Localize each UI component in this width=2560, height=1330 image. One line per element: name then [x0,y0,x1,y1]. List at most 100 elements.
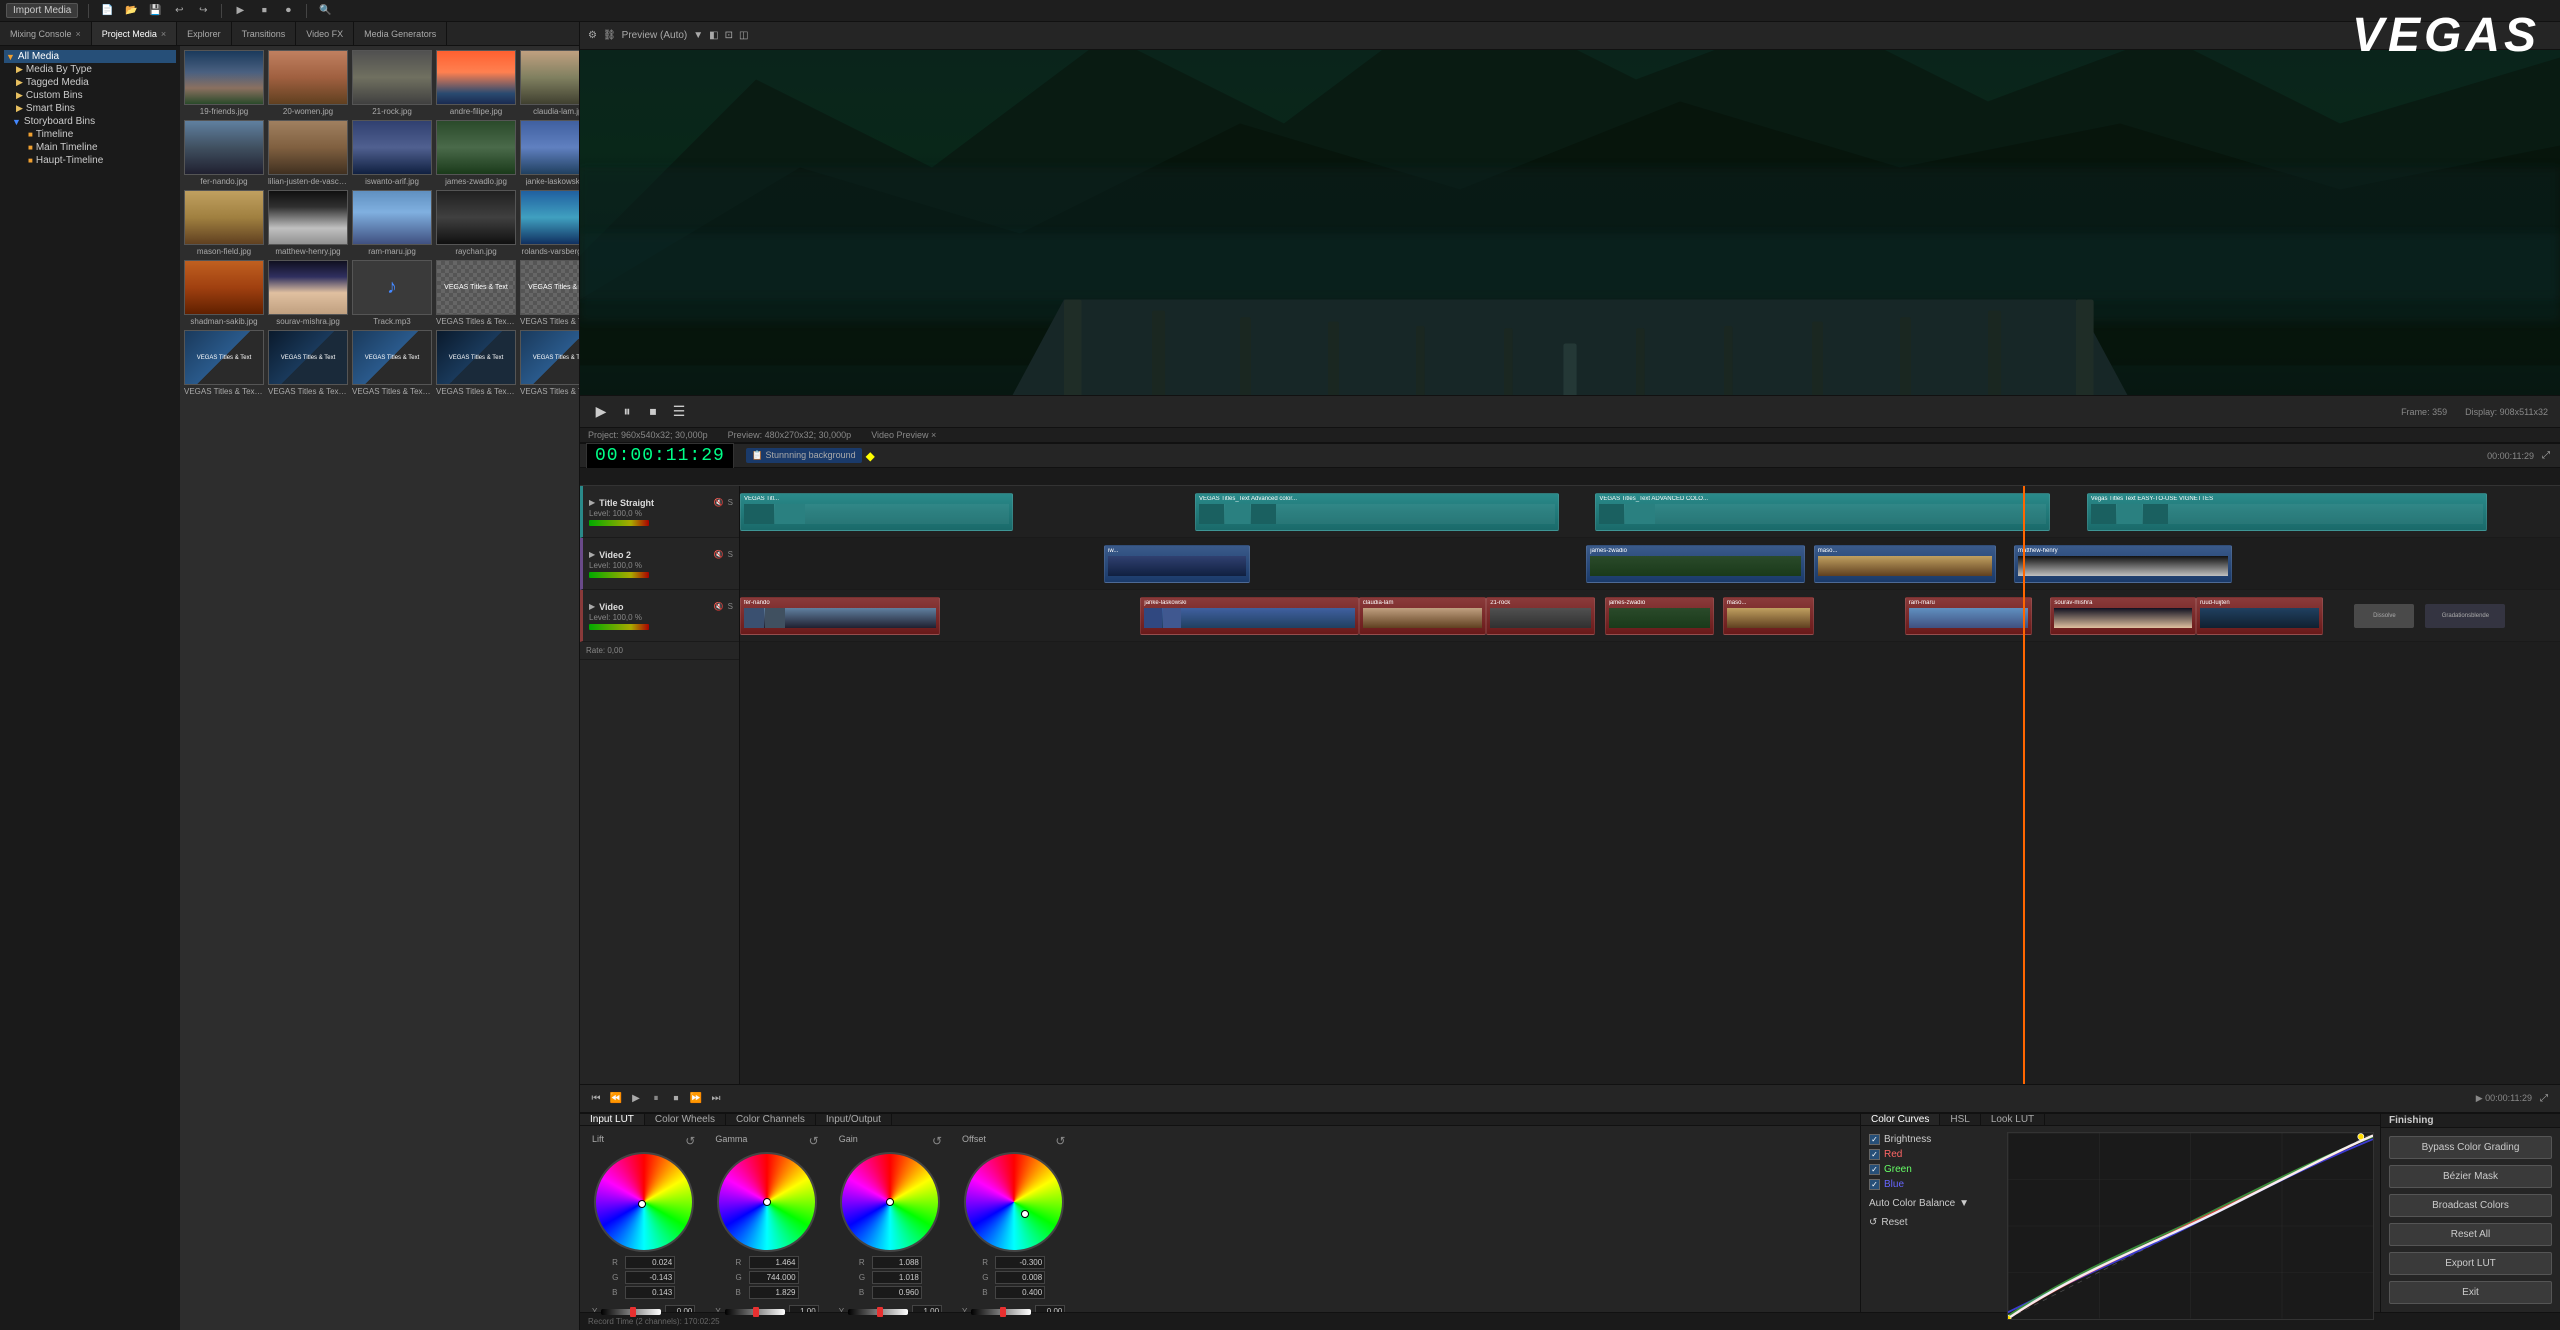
media-item[interactable]: iswanto-arif.jpg [352,120,432,186]
reset-all-button[interactable]: Reset All [2389,1223,2552,1246]
offset-r-input[interactable] [995,1256,1045,1269]
tree-item-timeline[interactable]: ■ Timeline [4,128,176,141]
clip[interactable]: james-zwadio [1586,545,1804,583]
broadcast-colors-button[interactable]: Broadcast Colors [2389,1194,2552,1217]
record-icon[interactable]: ⏺ [280,3,296,19]
preview-dropdown-icon[interactable]: ▼ [693,30,703,41]
clip[interactable]: iw... [1104,545,1250,583]
gain-r-input[interactable] [872,1256,922,1269]
tree-item-all-media[interactable]: ▼ All Media [4,50,176,63]
gamma-g-input[interactable] [749,1271,799,1284]
redo-icon[interactable]: ↪ [195,3,211,19]
clip[interactable]: Vegas Titles Text EASY-TO-USE VIGNETTES [2087,493,2487,531]
media-item[interactable]: fer-nando.jpg [184,120,264,186]
media-item[interactable]: VEGAS Titles & Text VEGAS Titles & Text … [436,330,516,396]
media-item[interactable]: 19-friends.jpg [184,50,264,116]
tree-item-tagged-media[interactable]: ▶ Tagged Media [4,76,176,89]
lift-b-input[interactable] [625,1286,675,1299]
media-item[interactable]: VEGAS Titles & Text VEGAS Titles & Text … [520,260,579,326]
maximize-icon[interactable]: ⤢ [2538,448,2554,464]
media-item[interactable]: VEGAS Titles & Text VEGAS Titles & Text … [436,260,516,326]
bezier-mask-button[interactable]: Bézier Mask [2389,1165,2552,1188]
blue-checkbox[interactable]: ✓ [1869,1179,1880,1190]
clip[interactable]: janke-laskowski [1140,597,1358,635]
media-item[interactable]: 21-rock.jpg [352,50,432,116]
media-item[interactable]: james-zwadlo.jpg [436,120,516,186]
color-wheel-lift[interactable] [594,1152,694,1252]
media-item[interactable]: claudia-lam.jpg [520,50,579,116]
timeline-expand-icon[interactable]: ⤢ [2536,1091,2552,1107]
track-expand-icon-3[interactable]: ▶ [589,602,595,611]
tree-item-main-timeline[interactable]: ■ Main Timeline [4,141,176,154]
gain-y-slider[interactable] [848,1309,908,1315]
preview-icon-1[interactable]: ◧ [709,30,718,41]
media-item[interactable]: VEGAS Titles & Text VEGAS Titles & Text … [184,330,264,396]
auto-balance-dropdown[interactable]: ▼ [1959,1198,1969,1209]
offset-g-input[interactable] [995,1271,1045,1284]
curves-tab-look-lut[interactable]: Look LUT [1981,1114,2045,1125]
clip[interactable]: 21-rock [1486,597,1595,635]
brightness-checkbox[interactable]: ✓ [1869,1134,1880,1145]
stop-icon[interactable]: ⏹ [256,3,272,19]
track-mute-icon-3[interactable]: 🔇 [714,602,724,611]
gamma-r-input[interactable] [749,1256,799,1269]
undo-icon[interactable]: ↩ [171,3,187,19]
media-item[interactable]: rolands-varsbergs.jpg [520,190,579,256]
transport-stop[interactable]: ⏹ [668,1091,684,1107]
tab-project-media[interactable]: Project Media × [92,22,177,45]
clip[interactable]: ruud-luijten [2196,597,2323,635]
transport-icon-2[interactable]: ⏪ [608,1091,624,1107]
settings-icon[interactable]: ⚙ [588,30,597,41]
curves-tab-hsl[interactable]: HSL [1940,1114,1980,1125]
gain-g-input[interactable] [872,1271,922,1284]
lift-y-slider[interactable] [601,1309,661,1315]
clip[interactable]: matthew-henry [2014,545,2232,583]
clip[interactable]: sourav-mishra [2050,597,2196,635]
auto-balance-button[interactable]: Auto Color Balance ▼ [1869,1198,1993,1209]
zoom-in-icon[interactable]: 🔍 [317,3,333,19]
red-checkbox[interactable]: ✓ [1869,1149,1880,1160]
transport-play[interactable]: ▶ [628,1091,644,1107]
color-wheel-offset[interactable] [964,1152,1064,1252]
preview-chain-icon[interactable]: ⛓ [603,30,616,41]
track-solo-icon-3[interactable]: S [728,602,733,611]
clip[interactable]: claudia-lam [1359,597,1486,635]
gain-b-input[interactable] [872,1286,922,1299]
color-wheel-gain[interactable] [840,1152,940,1252]
playlist-button[interactable]: ☰ [670,403,688,421]
tab-video-fx[interactable]: Video FX [296,22,354,45]
clip[interactable]: VEGAS Titl... [740,493,1013,531]
color-wheel-gamma[interactable] [717,1152,817,1252]
media-item[interactable]: matthew-henry.jpg [268,190,348,256]
clip[interactable]: james-zwadio [1605,597,1714,635]
tree-item-media-by-type[interactable]: ▶ Media By Type [4,63,176,76]
tab-explorer[interactable]: Explorer [177,22,232,45]
clip[interactable]: fer-nando [740,597,940,635]
offset-y-slider[interactable] [971,1309,1031,1315]
media-item[interactable]: janke-laskowski.jpg [520,120,579,186]
track-expand-icon[interactable]: ▶ [589,498,595,507]
media-item[interactable]: raychan.jpg [436,190,516,256]
bypass-color-grading-button[interactable]: Bypass Color Grading [2389,1136,2552,1159]
export-lut-button[interactable]: Export LUT [2389,1252,2552,1275]
color-tab-color-wheels[interactable]: Color Wheels [645,1114,726,1125]
play-button[interactable]: ▶ [592,403,610,421]
track-expand-icon-2[interactable]: ▶ [589,550,595,559]
clip[interactable]: ram-maru [1905,597,2032,635]
gamma-b-input[interactable] [749,1286,799,1299]
transport-icon-1[interactable]: ⏮ [588,1091,604,1107]
tree-item-storyboard-bins[interactable]: ▼ Storyboard Bins [4,115,176,128]
reset-button[interactable]: ↺ Reset [1869,1217,1993,1228]
track-mute-icon-2[interactable]: 🔇 [714,550,724,559]
tree-item-custom-bins[interactable]: ▶ Custom Bins [4,89,176,102]
media-item[interactable]: sourav-mishra.jpg [268,260,348,326]
transport-pause[interactable]: ⏸ [648,1091,664,1107]
lift-r-input[interactable] [625,1256,675,1269]
clip[interactable]: maso... [1814,545,1996,583]
wheel-gain-reset[interactable]: ↺ [932,1134,942,1148]
color-tab-color-channels[interactable]: Color Channels [726,1114,816,1125]
green-checkbox[interactable]: ✓ [1869,1164,1880,1175]
wheel-lift-reset[interactable]: ↺ [685,1134,695,1148]
curves-tab-color-curves[interactable]: Color Curves [1861,1114,1940,1125]
media-item[interactable]: VEGAS Titles & Text VEGAS Titles & Text … [268,330,348,396]
